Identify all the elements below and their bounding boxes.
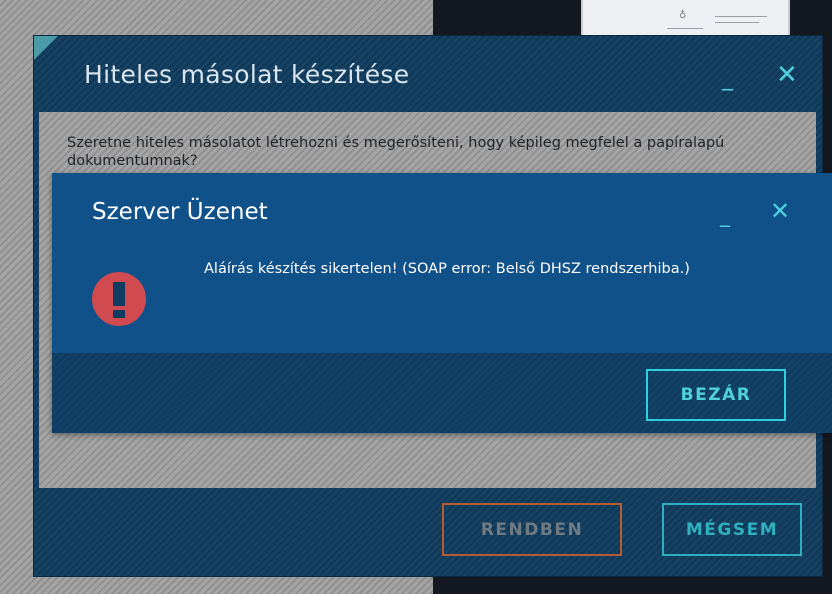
minimize-button[interactable]: _ [720, 203, 730, 227]
server-message-title: Szerver Üzenet [92, 199, 268, 225]
dialog-title: Hiteles másolat készítése [84, 60, 410, 89]
minimize-button[interactable]: _ [722, 66, 733, 91]
exclamation-icon [92, 272, 146, 326]
ok-button[interactable]: RENDBEN [442, 503, 622, 556]
server-message-dialog: Szerver Üzenet _ ✕ Aláírás készítés sike… [52, 173, 832, 433]
dialog-footer: RENDBEN MÉGSEM [34, 488, 822, 576]
background-document-preview: ♁ [581, 0, 790, 40]
server-message-body: Szerver Üzenet _ ✕ Aláírás készítés sike… [52, 173, 832, 353]
close-button[interactable]: ✕ [770, 197, 790, 225]
cancel-button[interactable]: MÉGSEM [662, 503, 802, 556]
dialog-corner-accent [34, 36, 58, 60]
dialog-message: Szeretne hiteles másolatot létrehozni és… [67, 135, 725, 169]
error-message: Aláírás készítés sikertelen! (SOAP error… [204, 261, 690, 277]
close-button[interactable]: ✕ [776, 60, 798, 90]
close-dialog-button[interactable]: BEZÁR [646, 369, 786, 421]
seal-icon: ♁ [679, 10, 687, 21]
